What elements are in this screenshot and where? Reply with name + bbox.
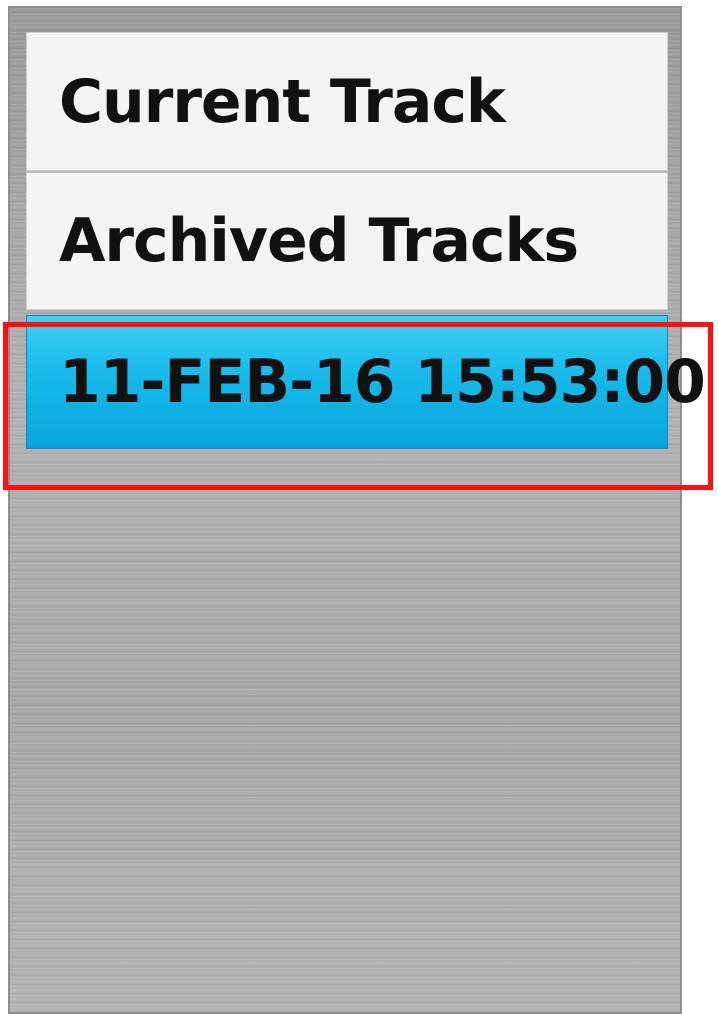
menu-item-current-track[interactable]: Current Track xyxy=(26,32,668,171)
menu-item-label: Archived Tracks xyxy=(59,206,579,276)
menu-item-label: Current Track xyxy=(59,66,506,137)
menu-item-saved-track[interactable]: 11-FEB-16 15:53:00 xyxy=(26,315,706,449)
device-screen: Current Track Archived Tracks 11-FEB-16 … xyxy=(8,6,706,1014)
menu-item-label: 11-FEB-16 15:53:00 xyxy=(59,347,706,417)
track-menu-list: Current Track Archived Tracks 11-FEB-16 … xyxy=(26,32,706,449)
menu-item-archived-tracks[interactable]: Archived Tracks xyxy=(26,171,668,310)
